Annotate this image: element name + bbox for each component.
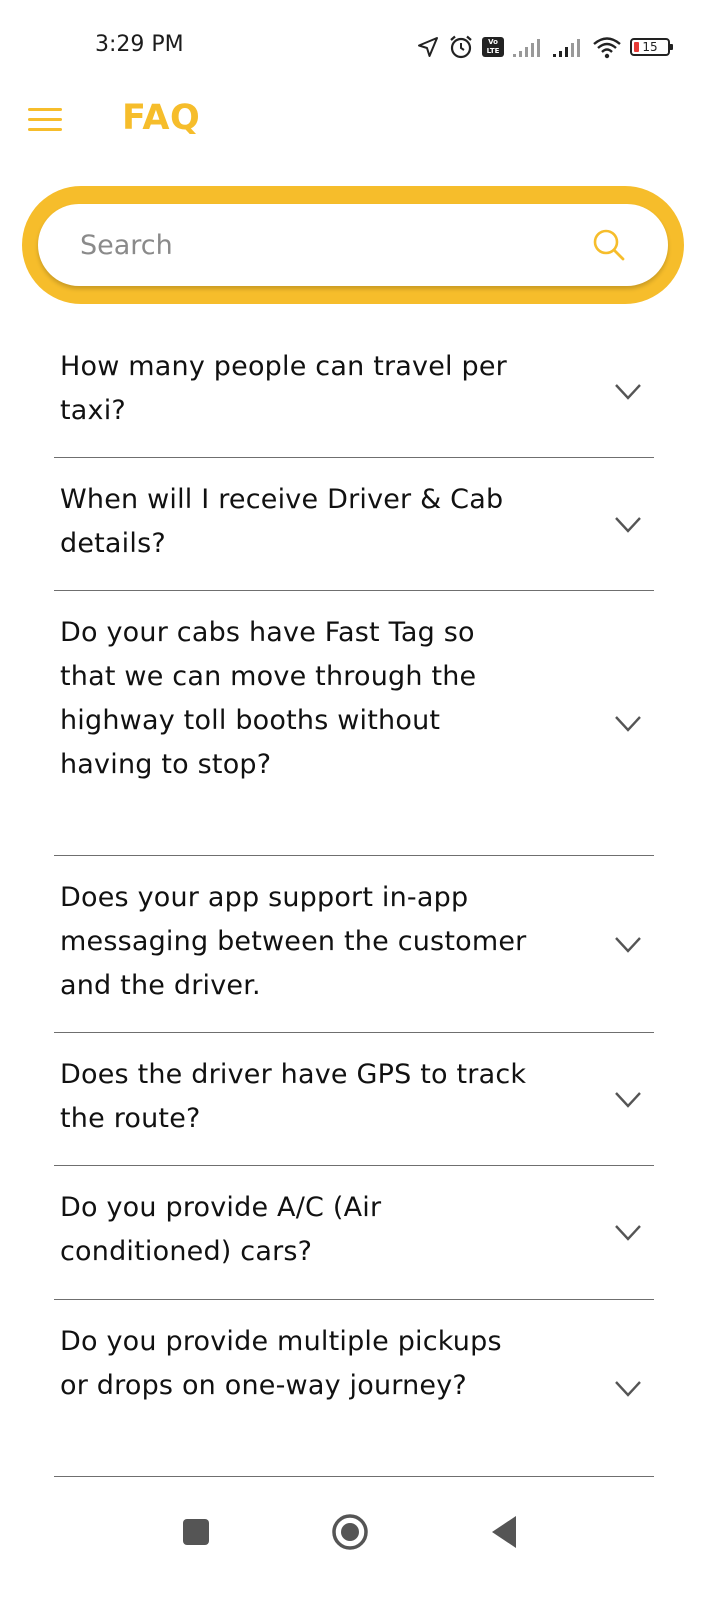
faq-item[interactable]: Does your app support in-app messaging b… bbox=[54, 856, 654, 1033]
alarm-icon bbox=[450, 35, 472, 59]
home-circle-icon[interactable] bbox=[324, 1506, 376, 1558]
location-icon bbox=[418, 37, 438, 57]
faq-question: How many people can travel per taxi? bbox=[60, 351, 507, 426]
hamburger-menu-icon[interactable] bbox=[28, 104, 64, 134]
faq-item[interactable]: Does the driver have GPS to track the ro… bbox=[54, 1033, 654, 1166]
wifi-icon bbox=[593, 37, 621, 59]
battery-level-text: 15 bbox=[642, 40, 658, 54]
status-bar: 3:29 PM Vo LTE 15 bbox=[0, 0, 720, 90]
chevron-down-icon[interactable] bbox=[614, 1380, 642, 1398]
faq-question: Do you provide multiple pickups or drops… bbox=[60, 1326, 502, 1401]
battery-icon: 15 bbox=[630, 38, 673, 56]
faq-question: Does your app support in-app messaging b… bbox=[60, 882, 527, 1001]
chevron-down-icon[interactable] bbox=[614, 383, 642, 401]
back-triangle-icon[interactable] bbox=[478, 1506, 530, 1558]
page-title: FAQ bbox=[122, 98, 201, 138]
search-container bbox=[22, 186, 684, 304]
chevron-down-icon[interactable] bbox=[614, 516, 642, 534]
app-header: FAQ bbox=[0, 90, 720, 160]
signal-icon bbox=[553, 39, 580, 57]
search-icon[interactable] bbox=[592, 228, 626, 262]
faq-item[interactable]: When will I receive Driver & Cab details… bbox=[54, 458, 654, 591]
faq-screen: 3:29 PM Vo LTE 15 FAQ Search How many pe… bbox=[0, 0, 720, 1600]
search-field[interactable] bbox=[38, 204, 668, 286]
search-input[interactable] bbox=[80, 204, 560, 286]
faq-item[interactable]: Do your cabs have Fast Tag so that we ca… bbox=[54, 591, 654, 856]
chevron-down-icon[interactable] bbox=[614, 1224, 642, 1242]
faq-question: Do your cabs have Fast Tag so that we ca… bbox=[60, 617, 477, 780]
faq-item[interactable]: Do you provide multiple pickups or drops… bbox=[54, 1300, 654, 1477]
faq-item[interactable]: How many people can travel per taxi? bbox=[54, 325, 654, 458]
faq-question: Do you provide A/C (Air conditioned) car… bbox=[60, 1192, 382, 1267]
chevron-down-icon[interactable] bbox=[614, 1091, 642, 1109]
recents-square-icon[interactable] bbox=[170, 1506, 222, 1558]
status-icons: Vo LTE 15 bbox=[416, 30, 673, 64]
faq-question: Does the driver have GPS to track the ro… bbox=[60, 1059, 527, 1134]
faq-item[interactable]: Do you provide A/C (Air conditioned) car… bbox=[54, 1166, 654, 1300]
volte-icon: Vo LTE bbox=[482, 37, 504, 57]
chevron-down-icon[interactable] bbox=[614, 715, 642, 733]
faq-question: When will I receive Driver & Cab details… bbox=[60, 484, 504, 559]
system-navigation-bar bbox=[0, 1490, 720, 1600]
faq-list: How many people can travel per taxi? Whe… bbox=[54, 325, 654, 1477]
status-time: 3:29 PM bbox=[95, 32, 184, 57]
signal-icon bbox=[513, 39, 540, 57]
chevron-down-icon[interactable] bbox=[614, 936, 642, 954]
